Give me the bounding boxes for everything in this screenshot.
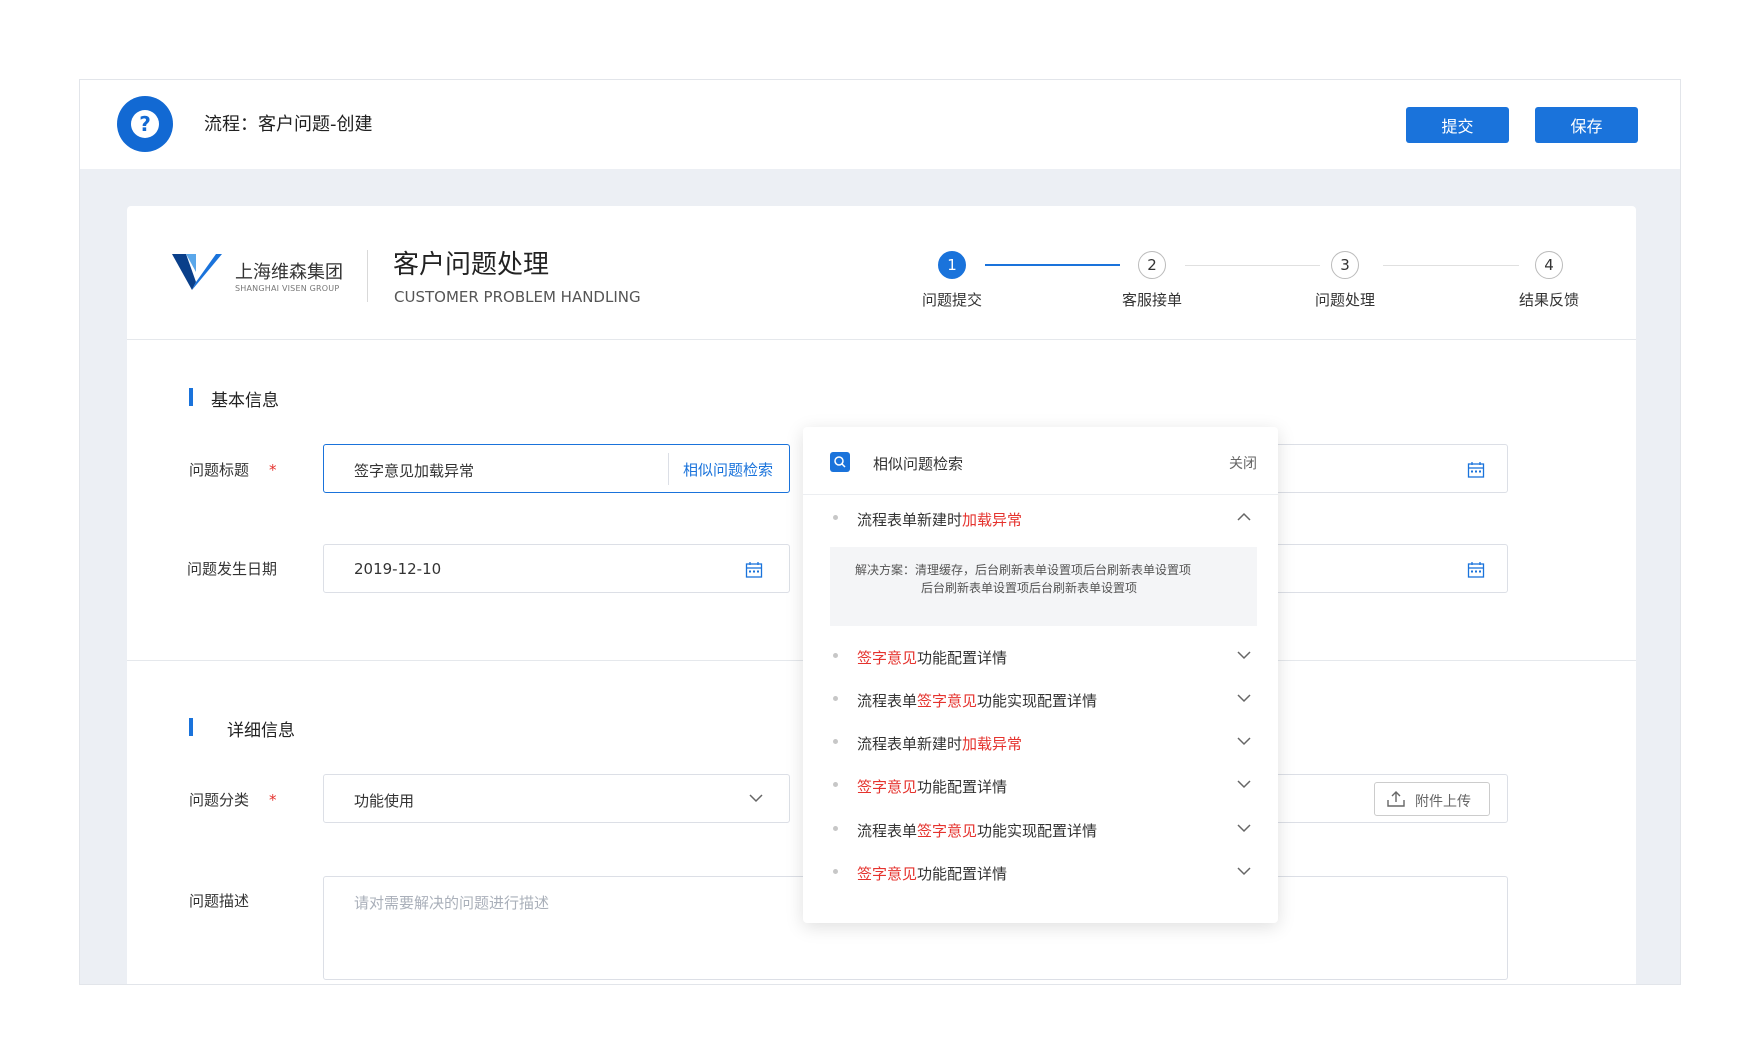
popover-title: 相似问题检索 [873,455,964,473]
category-value: 功能使用 [354,792,415,810]
upload-label: 附件上传 [1415,794,1471,810]
step-number: 4 [1535,251,1563,279]
step-number: 1 [938,251,966,279]
top-bar: ? 流程：客户问题-创建 提交 保存 [80,80,1680,169]
result-item[interactable]: 签字意见功能配置详情 [827,861,1257,887]
result-text: 签字意见功能配置详情 [857,865,1008,883]
title-value: 签字意见加载异常 [354,462,475,480]
header-divider [367,250,368,302]
calendar-icon [1467,462,1485,478]
submit-button[interactable]: 提交 [1406,107,1509,143]
result-item[interactable]: 签字意见功能配置详情 [827,645,1257,671]
chevron-down-icon[interactable] [1237,693,1251,703]
section-basic-title: 基本信息 [211,391,279,411]
upload-button[interactable]: 附件上传 [1374,782,1490,816]
date-input[interactable]: 2019-12-10 [323,544,790,593]
card-header: 上海维森集团 SHANGHAI VISEN GROUP 客户问题处理 CUSTO… [127,206,1636,340]
chevron-down-icon[interactable] [1237,736,1251,746]
result-item[interactable]: 流程表单签字意见功能实现配置详情 [827,818,1257,844]
popover-close-button[interactable]: 关闭 [1229,453,1257,473]
save-button[interactable]: 保存 [1535,107,1638,143]
similar-search-popover: 相似问题检索 关闭 流程表单新建时加载异常 解决方案：清理缓存，后台刷新表单设置… [803,427,1278,923]
result-text: 流程表单签字意见功能实现配置详情 [857,692,1098,710]
logo-company-en: SHANGHAI VISEN GROUP [235,284,340,293]
chevron-down-icon[interactable] [1237,779,1251,789]
popover-header: 相似问题检索 关闭 [803,427,1278,495]
date-label: 问题发生日期 [187,560,278,578]
step-label: 问题提交 [921,291,982,309]
chevron-down-icon [749,794,763,803]
bullet-dot [833,782,838,787]
bullet-dot [833,515,838,520]
section-marker [189,718,193,736]
chevron-down-icon[interactable] [1237,866,1251,876]
search-icon [830,452,850,472]
page-subtitle: CUSTOMER PROBLEM HANDLING [394,288,641,306]
result-item[interactable]: 签字意见功能配置详情 [827,774,1257,800]
desc-label: 问题描述 [189,892,250,910]
result-text: 签字意见功能配置详情 [857,649,1008,667]
step-label: 结果反馈 [1518,291,1579,309]
step-submit: 1 问题提交 [902,251,1002,310]
page-title: 客户问题处理 [393,250,550,280]
calendar-icon[interactable] [745,561,763,579]
category-select[interactable]: 功能使用 [323,774,790,823]
step-number: 2 [1138,251,1166,279]
section-marker [189,388,193,406]
step-connector-1 [985,264,1120,266]
bullet-dot [833,826,838,831]
title-label: 问题标题 * [189,461,277,479]
result-item[interactable]: 流程表单新建时加载异常 [827,507,1257,533]
result-text: 流程表单签字意见功能实现配置详情 [857,822,1098,840]
result-text: 流程表单新建时加载异常 [857,735,1023,753]
category-label: 问题分类 * [189,791,277,809]
bullet-dot [833,739,838,744]
title-input[interactable]: 签字意见加载异常 相似问题检索 [323,444,790,493]
bullet-dot [833,696,838,701]
step-label: 客服接单 [1121,291,1182,309]
result-item[interactable]: 流程表单签字意见功能实现配置详情 [827,688,1257,714]
solution-line: 解决方案：清理缓存，后台刷新表单设置项后台刷新表单设置项 [855,563,1192,577]
step-feedback: 4 结果反馈 [1499,251,1599,310]
calendar-icon [1467,562,1485,578]
chevron-up-icon[interactable] [1237,512,1251,522]
result-item[interactable]: 流程表单新建时加载异常 [827,731,1257,757]
similar-search-link[interactable]: 相似问题检索 [667,453,789,485]
chevron-down-icon[interactable] [1237,650,1251,660]
process-title: 流程：客户问题-创建 [204,114,373,135]
question-circle-icon: ? [117,96,173,152]
visen-logo-icon [172,254,222,290]
result-text: 签字意见功能配置详情 [857,778,1008,796]
step-label: 问题处理 [1314,291,1375,309]
chevron-down-icon[interactable] [1237,823,1251,833]
step-number: 3 [1331,251,1359,279]
logo-company-cn: 上海维森集团 [235,262,343,283]
section-detail-title: 详细信息 [227,721,295,741]
step-process: 3 问题处理 [1295,251,1395,310]
desc-placeholder: 请对需要解决的问题进行描述 [354,894,550,912]
solution-line: 后台刷新表单设置项后台刷新表单设置项 [921,581,1138,595]
step-accept: 2 客服接单 [1102,251,1202,310]
date-value: 2019-12-10 [354,560,442,578]
solution-panel: 解决方案：清理缓存，后台刷新表单设置项后台刷新表单设置项 后台刷新表单设置项后台… [830,547,1257,626]
bullet-dot [833,869,838,874]
upload-icon [1387,791,1405,807]
bullet-dot [833,653,838,658]
result-text: 流程表单新建时加载异常 [857,511,1023,529]
